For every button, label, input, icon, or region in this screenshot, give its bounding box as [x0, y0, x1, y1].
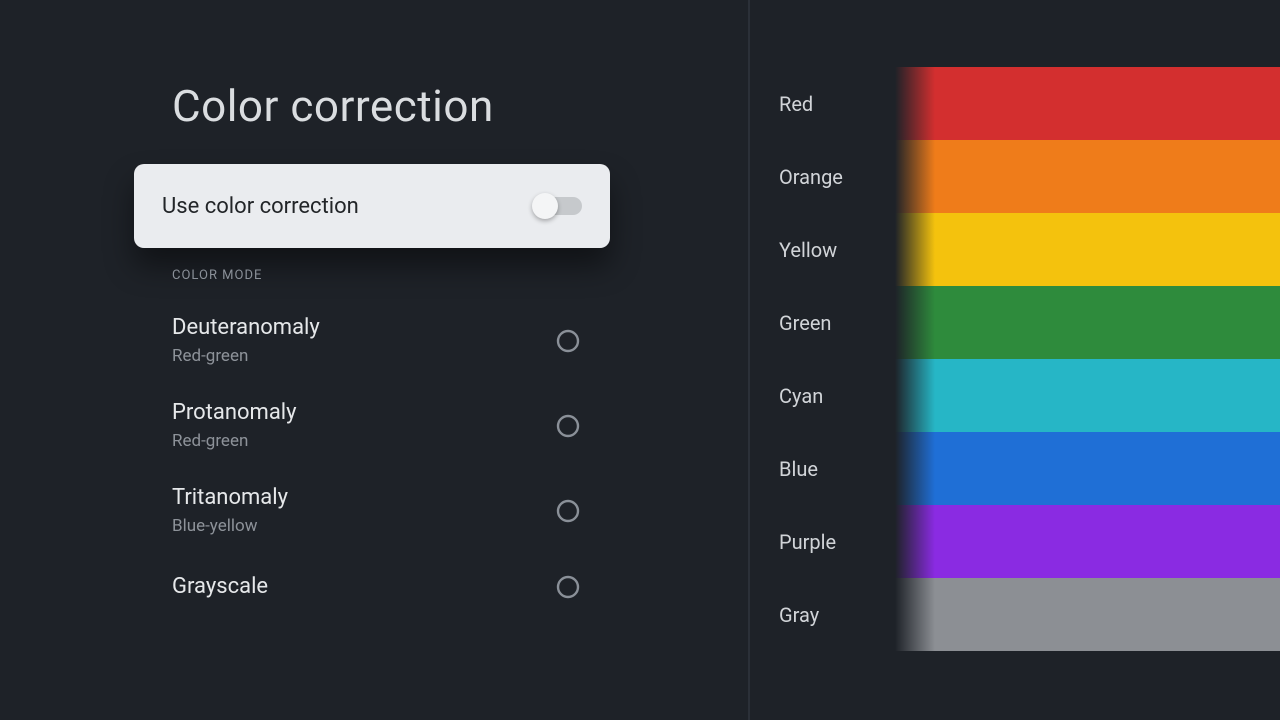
- swatch-bar: [895, 359, 1280, 432]
- swatch-bar: [895, 67, 1280, 140]
- swatch-orange: Orange: [895, 140, 1280, 213]
- option-text: Deuteranomaly Red-green: [172, 315, 320, 365]
- option-text: Grayscale: [172, 574, 268, 600]
- swatch-label: Orange: [779, 165, 843, 189]
- swatch-bar: [895, 286, 1280, 359]
- option-deuteranomaly[interactable]: Deuteranomaly Red-green: [172, 298, 580, 383]
- option-text: Tritanomaly Blue-yellow: [172, 485, 288, 535]
- swatch-yellow: Yellow: [895, 213, 1280, 286]
- swatch-label: Blue: [779, 457, 818, 481]
- swatch-gray: Gray: [895, 578, 1280, 651]
- option-title: Tritanomaly: [172, 485, 288, 511]
- swatch-bar: [895, 140, 1280, 213]
- use-color-correction-row[interactable]: Use color correction: [134, 164, 610, 248]
- option-subtitle: Red-green: [172, 431, 297, 451]
- page-title: Color correction: [172, 80, 494, 132]
- option-tritanomaly[interactable]: Tritanomaly Blue-yellow: [172, 468, 580, 553]
- color-swatch-list: Red Orange Yellow Green Cyan Blue Purple: [895, 67, 1280, 651]
- swatch-green: Green: [895, 286, 1280, 359]
- color-preview-panel: Red Orange Yellow Green Cyan Blue Purple: [748, 0, 1280, 720]
- option-grayscale[interactable]: Grayscale: [172, 553, 580, 621]
- swatch-blue: Blue: [895, 432, 1280, 505]
- radio-unchecked-icon: [556, 414, 580, 438]
- color-mode-section-label: COLOR MODE: [172, 268, 262, 283]
- swatch-label: Cyan: [779, 384, 823, 408]
- swatch-label: Purple: [779, 530, 836, 554]
- radio-unchecked-icon: [556, 499, 580, 523]
- swatch-label: Red: [779, 92, 813, 116]
- radio-unchecked-icon: [556, 329, 580, 353]
- use-color-correction-switch[interactable]: [534, 197, 582, 215]
- radio-unchecked-icon: [556, 575, 580, 599]
- use-color-correction-label: Use color correction: [162, 194, 359, 219]
- color-mode-options: Deuteranomaly Red-green Protanomaly Red-…: [172, 298, 580, 621]
- swatch-bar: [895, 432, 1280, 505]
- swatch-label: Green: [779, 311, 831, 335]
- option-subtitle: Blue-yellow: [172, 516, 288, 536]
- swatch-label: Yellow: [779, 238, 837, 262]
- option-subtitle: Red-green: [172, 346, 320, 366]
- switch-knob: [532, 193, 558, 219]
- swatch-label: Gray: [779, 603, 819, 627]
- option-title: Protanomaly: [172, 400, 297, 426]
- swatch-bar: [895, 213, 1280, 286]
- option-text: Protanomaly Red-green: [172, 400, 297, 450]
- settings-left-panel: Color correction Use color correction CO…: [0, 0, 748, 720]
- option-title: Grayscale: [172, 574, 268, 600]
- swatch-purple: Purple: [895, 505, 1280, 578]
- swatch-red: Red: [895, 67, 1280, 140]
- option-protanomaly[interactable]: Protanomaly Red-green: [172, 383, 580, 468]
- swatch-cyan: Cyan: [895, 359, 1280, 432]
- option-title: Deuteranomaly: [172, 315, 320, 341]
- swatch-bar: [895, 578, 1280, 651]
- swatch-bar: [895, 505, 1280, 578]
